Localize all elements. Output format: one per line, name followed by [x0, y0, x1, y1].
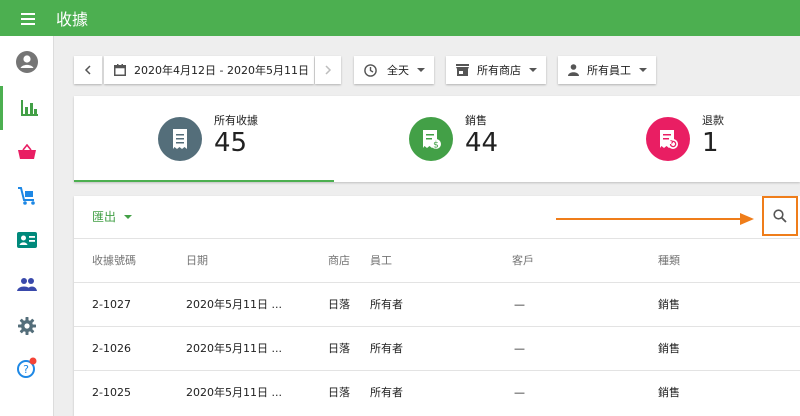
receipt-employee: 所有者 — [370, 342, 403, 355]
chevron-right-icon — [325, 65, 332, 75]
receipt-icon — [158, 117, 202, 161]
export-button[interactable]: 匯出 — [92, 208, 133, 225]
receipt-type: 銷售 — [658, 298, 680, 311]
svg-text:?: ? — [23, 363, 29, 376]
summary-label: 銷售 — [465, 114, 487, 127]
store-filter-label: 所有商店 — [477, 64, 521, 77]
receipt-type: 銷售 — [658, 386, 680, 399]
receipt-date: 2020年5月11日 ... — [186, 386, 282, 399]
receipt-date: 2020年5月11日 ... — [186, 298, 282, 311]
arrow-annotation-icon — [556, 213, 754, 225]
summary-value: 45 — [214, 128, 248, 158]
column-header[interactable]: 客戶 — [512, 239, 534, 283]
page-title: 收據 — [56, 10, 89, 29]
table-row[interactable]: 2-1026 2020年5月11日 ... 日落 所有者 — 銷售 — [74, 326, 800, 370]
receipts-table-card: 匯出 收據號碼 日期 商店 員工 客戶 種類 2-1027 2020年5月11日… — [74, 196, 800, 416]
summary-card: 所有收據 45 $ 銷售 44 退款 1 — [74, 96, 800, 182]
receipt-number: 2-1025 — [92, 386, 131, 399]
sidebar-item-account[interactable] — [0, 40, 54, 84]
receipt-store: 日落 — [328, 342, 350, 355]
search-button[interactable] — [762, 196, 798, 236]
receipt-store: 日落 — [328, 386, 350, 399]
cart-icon — [18, 187, 35, 205]
sidebar-item-settings[interactable] — [0, 304, 54, 348]
receipt-customer: — — [514, 298, 525, 311]
date-range-picker[interactable]: 2020年4月12日 - 2020年5月11日 — [104, 56, 314, 84]
store-icon — [456, 64, 469, 76]
summary-value: 1 — [702, 128, 719, 158]
receipt-employee: 所有者 — [370, 298, 403, 311]
sidebar: ? — [0, 36, 54, 416]
svg-text:$: $ — [433, 141, 439, 151]
receipt-refund-icon — [646, 117, 690, 161]
employee-filter-dropdown[interactable]: 所有員工 — [558, 56, 656, 84]
sidebar-item-customers[interactable] — [0, 262, 54, 306]
badge-icon — [17, 232, 37, 248]
chevron-left-icon — [84, 65, 91, 75]
column-header[interactable]: 日期 — [186, 239, 208, 283]
chevron-down-icon — [529, 68, 537, 72]
store-filter-dropdown[interactable]: 所有商店 — [446, 56, 546, 84]
clock-icon — [364, 63, 377, 77]
column-header[interactable]: 員工 — [370, 239, 392, 283]
receipt-number: 2-1027 — [92, 298, 131, 311]
bar-chart-icon — [20, 100, 38, 116]
receipt-customer: — — [514, 342, 525, 355]
receipt-type: 銷售 — [658, 342, 680, 355]
chevron-down-icon — [124, 214, 133, 219]
calendar-icon — [114, 64, 126, 76]
basket-icon — [18, 144, 36, 159]
sidebar-item-reports[interactable] — [0, 86, 54, 130]
receipt-dollar-icon: $ — [409, 117, 453, 161]
table-row[interactable]: 2-1025 2020年5月11日 ... 日落 所有者 — 銷售 — [74, 370, 800, 414]
menu-icon[interactable] — [0, 0, 56, 36]
person-icon — [568, 64, 579, 76]
help-icon: ? — [17, 357, 37, 378]
people-icon — [17, 278, 37, 291]
time-filter-label: 全天 — [387, 64, 409, 77]
search-icon — [773, 209, 787, 223]
summary-label: 退款 — [702, 114, 724, 127]
summary-value: 44 — [465, 128, 499, 158]
tab-refunds[interactable]: 退款 1 — [564, 96, 800, 182]
next-date-button[interactable] — [315, 56, 341, 84]
chevron-down-icon — [639, 68, 647, 72]
time-filter-dropdown[interactable]: 全天 — [354, 56, 434, 84]
column-header[interactable]: 種類 — [658, 239, 680, 283]
table-header: 收據號碼 日期 商店 員工 客戶 種類 — [74, 238, 800, 282]
receipt-employee: 所有者 — [370, 386, 403, 399]
chevron-down-icon — [417, 68, 425, 72]
gear-icon — [18, 317, 36, 335]
prev-date-button[interactable] — [74, 56, 102, 84]
sidebar-item-help[interactable]: ? — [0, 346, 54, 390]
date-range-label: 2020年4月12日 - 2020年5月11日 — [134, 64, 309, 77]
app-bar: 收據 — [0, 0, 800, 36]
summary-label: 所有收據 — [214, 114, 258, 127]
sidebar-item-inventory[interactable] — [0, 174, 54, 218]
column-header[interactable]: 商店 — [328, 239, 350, 283]
receipt-customer: — — [514, 386, 525, 399]
sidebar-item-items[interactable] — [0, 130, 54, 174]
table-row[interactable]: 2-1027 2020年5月11日 ... 日落 所有者 — 銷售 — [74, 282, 800, 326]
tab-sales[interactable]: $ 銷售 44 — [334, 96, 564, 182]
employee-filter-label: 所有員工 — [587, 64, 631, 77]
sidebar-item-employees[interactable] — [0, 218, 54, 262]
receipt-number: 2-1026 — [92, 342, 131, 355]
tab-all-receipts[interactable]: 所有收據 45 — [74, 96, 334, 182]
column-header[interactable]: 收據號碼 — [92, 239, 136, 283]
export-label: 匯出 — [92, 210, 117, 224]
receipt-date: 2020年5月11日 ... — [186, 342, 282, 355]
receipt-store: 日落 — [328, 298, 350, 311]
account-icon — [16, 51, 38, 73]
